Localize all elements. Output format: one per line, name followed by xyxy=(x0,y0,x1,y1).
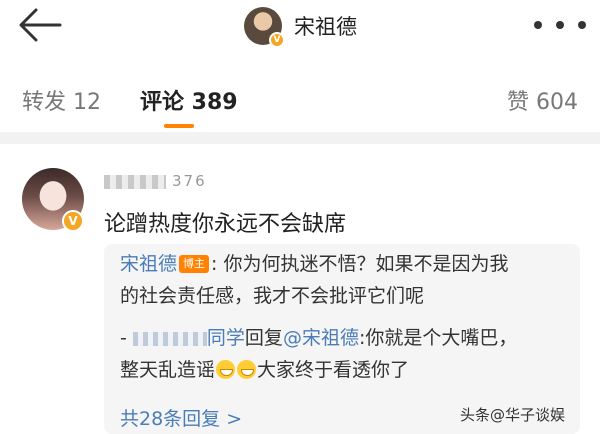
author-host-badge: 博主 xyxy=(179,255,210,273)
tab-likes[interactable]: 赞 604 xyxy=(507,84,578,116)
verified-badge-icon: V xyxy=(269,32,285,48)
reply-line: 的社会责任感，我才不会批评它们呢 xyxy=(120,282,424,310)
reply-line: 整天乱造谣 大家终于看透你了 xyxy=(120,356,409,384)
tab-comments[interactable]: 评论 389 xyxy=(140,84,238,116)
more-dot-icon xyxy=(578,21,586,29)
comment-item: V 376 论蹭热度你永远不会缺席 宋祖德 博主: 你为何执迷不悟？如果不是因为我… xyxy=(0,156,600,434)
username-visible-part: 376 xyxy=(172,172,207,190)
title-area[interactable]: V 宋祖德 xyxy=(244,4,357,48)
laugh-emoji-icon xyxy=(237,360,257,379)
page-title: 宋祖德 xyxy=(294,15,357,39)
reply-user-blur xyxy=(132,331,207,346)
reply-prefix: - xyxy=(120,327,133,349)
more-replies-link[interactable]: 共28条回复 > xyxy=(120,404,242,431)
more-dot-icon xyxy=(534,21,542,29)
verified-badge-icon: V xyxy=(62,210,84,232)
tab-bar: 转发 12 评论 389 赞 604 xyxy=(0,52,600,144)
arrow-left-icon xyxy=(19,8,62,42)
back-button[interactable] xyxy=(18,8,62,42)
reply-user-link[interactable]: 同学 xyxy=(207,327,245,349)
reply-verb: 回复 xyxy=(244,327,283,349)
comment-text: 论蹭热度你永远不会缺席 xyxy=(104,212,347,237)
reply-text: :你就是个大嘴巴， xyxy=(358,327,518,349)
commenter-username[interactable]: 376 xyxy=(104,172,234,192)
reply-text: 整天乱造谣 xyxy=(120,359,216,381)
reply-author-link[interactable]: 宋祖德 xyxy=(120,253,177,275)
reply-text: 大家终于看透你了 xyxy=(257,359,410,381)
reply-text: : 你为何执迷不悟？如果不是因为我 xyxy=(211,253,509,275)
more-dot-icon xyxy=(556,21,564,29)
reply-line: - 同学回复@宋祖德:你就是个大嘴巴， xyxy=(120,324,517,352)
username-blur xyxy=(104,174,166,189)
top-bar: V 宋祖德 xyxy=(0,0,600,52)
mention-link[interactable]: @宋祖德 xyxy=(283,327,359,349)
grin-emoji-icon xyxy=(216,360,236,379)
author-avatar[interactable]: V xyxy=(244,7,285,48)
tab-repost[interactable]: 转发 12 xyxy=(22,84,101,116)
reply-line: 宋祖德 博主: 你为何执迷不悟？如果不是因为我 xyxy=(120,250,508,278)
reply-text: 的社会责任感，我才不会批评它们呢 xyxy=(120,285,425,307)
watermark: 头条@华子谈娱 xyxy=(460,406,566,424)
more-button[interactable] xyxy=(534,12,586,38)
active-tab-indicator xyxy=(164,124,194,128)
